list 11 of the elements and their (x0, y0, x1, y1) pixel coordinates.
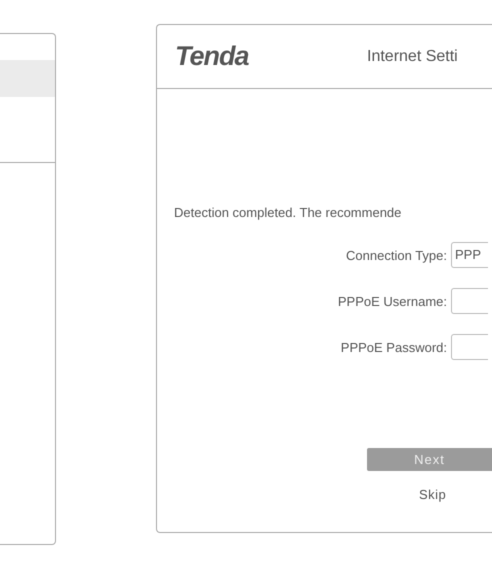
field-label: PPPoE Username: (336, 294, 447, 308)
page-title: Internet Setti (367, 48, 458, 66)
field-label: Connection Type: (345, 248, 447, 262)
detection-message: Detection completed. The recommende (173, 205, 402, 220)
field-label: PPPoE Password: (340, 340, 447, 354)
password-field[interactable] (451, 334, 488, 360)
skip-link[interactable]: Skip (419, 487, 446, 502)
logo: Tenda (175, 41, 250, 72)
header-band (0, 60, 55, 97)
connection-type-select[interactable]: PPP (451, 242, 488, 268)
input-field[interactable] (451, 288, 488, 314)
